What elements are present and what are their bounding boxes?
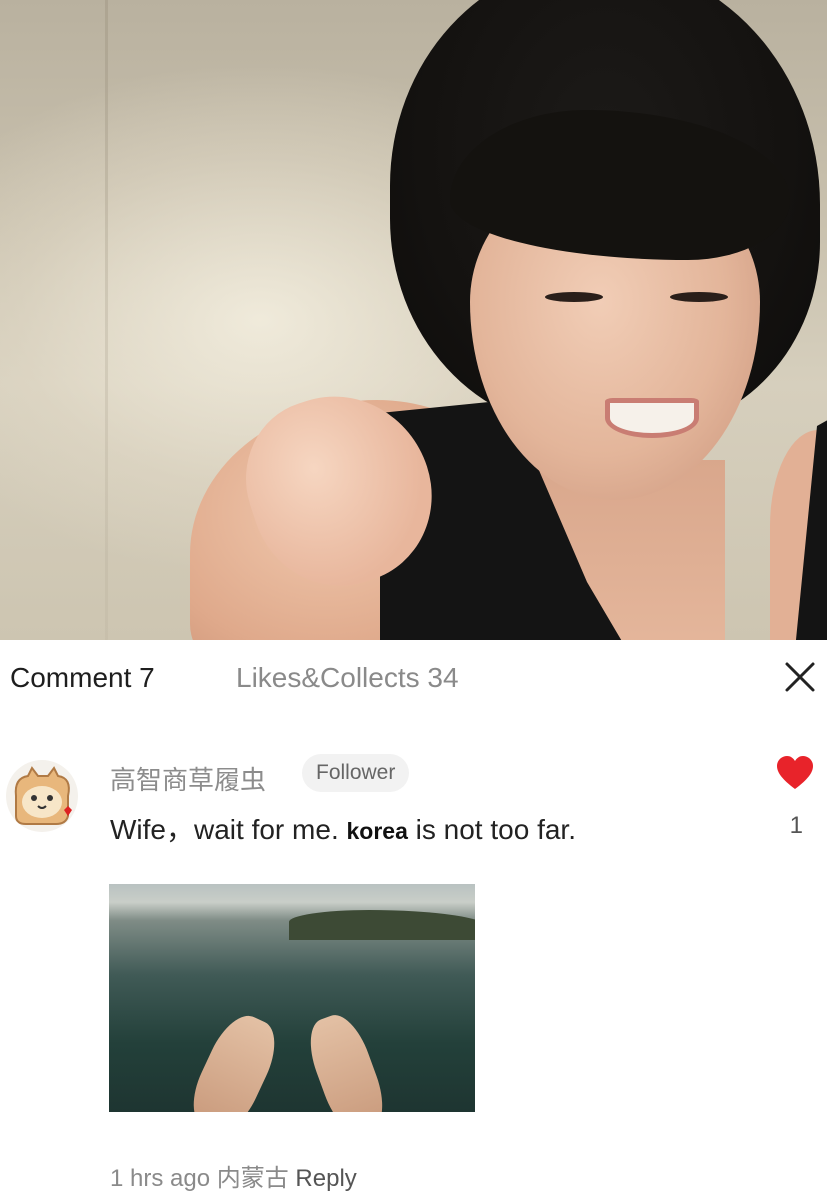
tab-comments[interactable]: Comment 7 [10,662,155,694]
comment-location: 内蒙古 [216,1165,289,1192]
comment-tab-bar: Comment 7 Likes&Collects 34 [0,640,827,720]
comment-text-part1: Wife，wait for me [110,814,331,845]
follower-badge: Follower [302,754,410,792]
post-photo[interactable] [0,0,827,640]
comment-text: Wife，wait for me. korea is not too far. [110,808,576,848]
note-detail-page: Comment 7 Likes&Collects 34 高智商草履虫 Follo… [0,0,827,1200]
shore-shape [289,910,475,940]
bread-cat-icon [14,766,72,825]
comment-text-dot: . [330,814,339,845]
comment-item: 高智商草履虫 Follower Wife，wait for me. korea … [0,740,827,1200]
arm-left [181,1006,287,1112]
heart-icon[interactable] [775,754,815,794]
reply-button[interactable]: Reply [295,1165,356,1192]
comment-text-highlight: korea [346,818,408,844]
comment-attached-image[interactable] [109,884,475,1112]
wall-corner [105,0,108,640]
tab-likes-collects[interactable]: Likes&Collects 34 [236,662,459,694]
comment-text-part2: is not too far. [415,814,576,845]
comment-meta: 1 hrs ago 内蒙古 Reply [110,1158,357,1193]
eye-left [545,292,603,302]
like-count: 1 [789,812,803,839]
smile [605,398,699,438]
arm-right [300,1008,393,1112]
close-icon[interactable] [781,658,819,696]
avatar[interactable] [6,760,78,832]
comment-time: 1 hrs ago [110,1165,211,1192]
comment-username[interactable]: 高智商草履虫 [110,760,266,797]
eye-right [670,292,728,302]
